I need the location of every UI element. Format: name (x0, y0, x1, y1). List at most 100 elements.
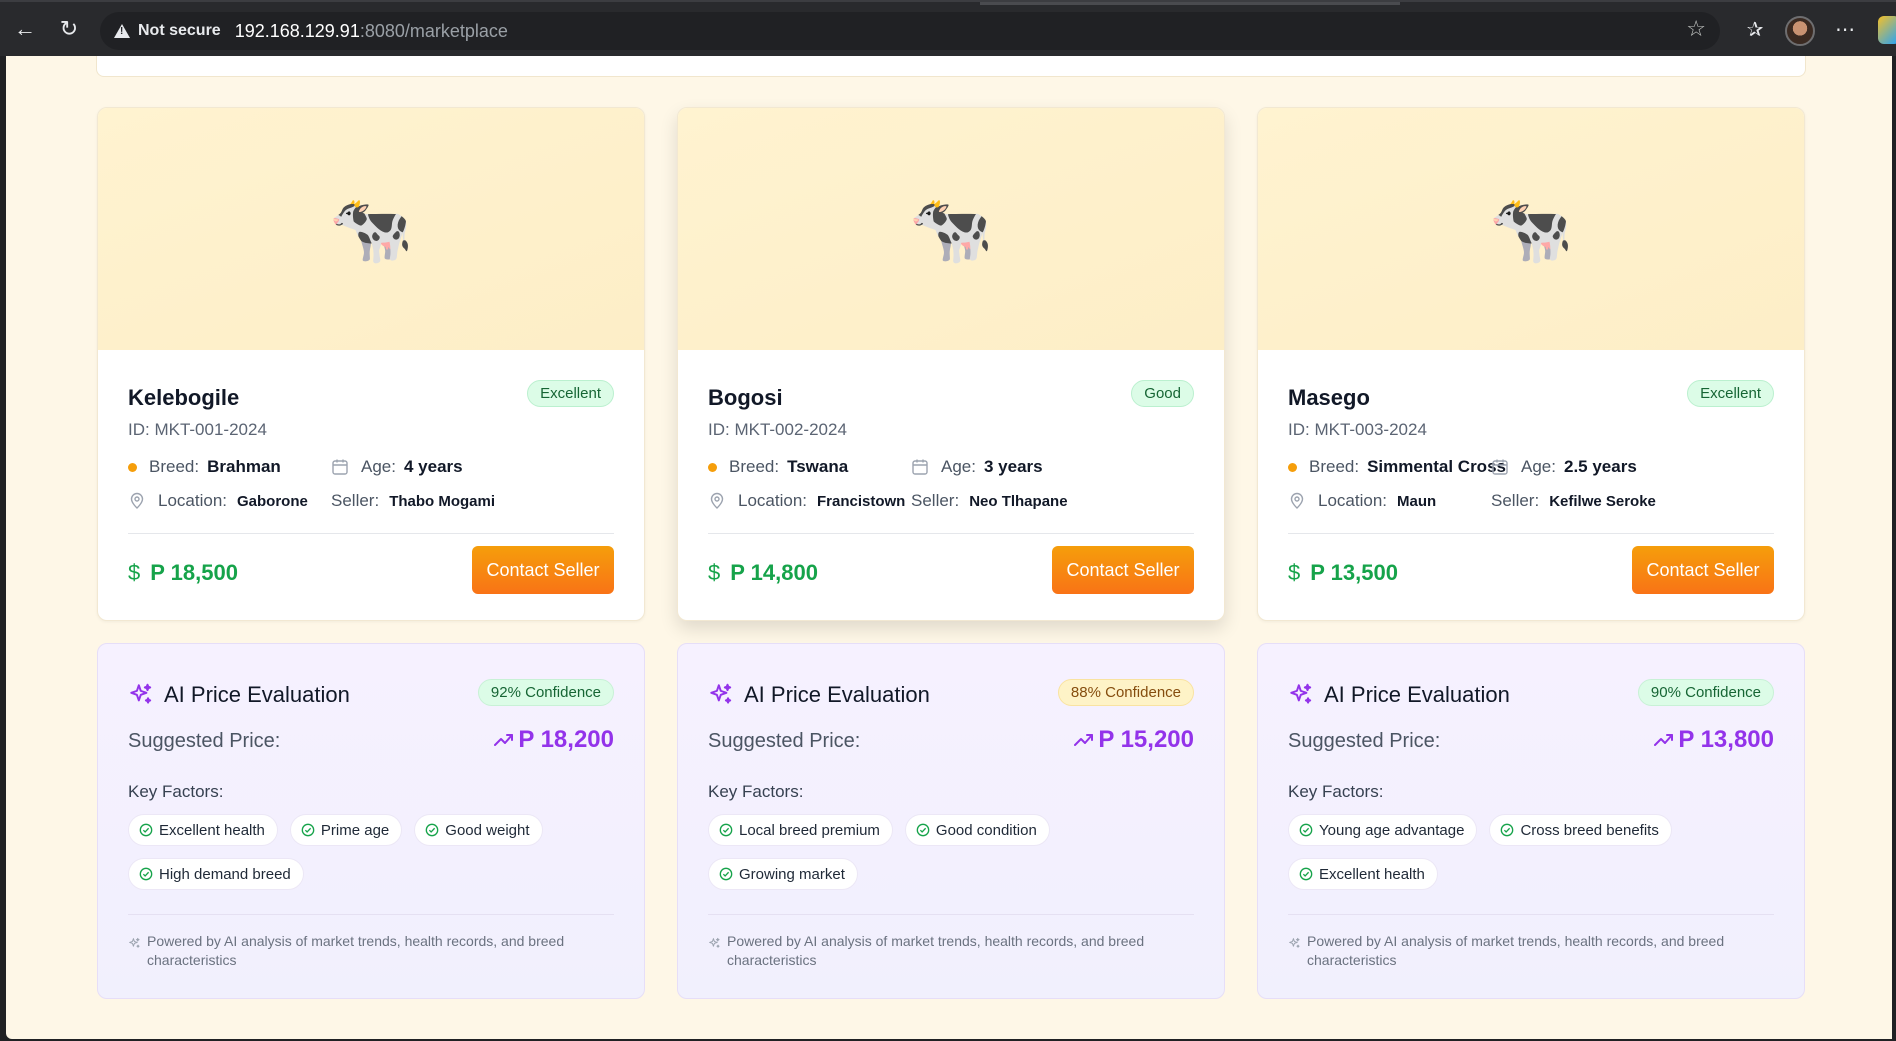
location-label: Location: (738, 491, 807, 510)
key-factors-list: Young age advantage Cross breed benefits E… (1288, 814, 1788, 890)
breed-row: Breed: Tswana (708, 457, 848, 477)
ai-title: AI Price Evaluation (1324, 682, 1510, 707)
livestock-card[interactable]: 🐄 Masego Excellent ID: MKT-003-2024 Bree… (1257, 107, 1805, 621)
location-row: Location: Gaborone (128, 491, 308, 511)
bookmark-star-icon[interactable]: ☆ (1686, 16, 1706, 42)
key-factors-label: Key Factors: (128, 782, 224, 801)
seller-row: Seller: Neo Tlhapane (911, 491, 1068, 511)
ai-price-evaluation-card: AI Price Evaluation 92% Confidence Sugge… (97, 643, 645, 999)
breed-label: Breed: (1309, 457, 1360, 476)
livestock-image: 🐄 (1258, 108, 1804, 350)
location-value: Gaborone (237, 492, 308, 510)
copilot-icon[interactable] (1878, 16, 1896, 44)
seller-label: Seller: (1491, 491, 1540, 510)
calendar-icon (331, 458, 361, 476)
check-circle-icon (301, 823, 321, 837)
tab-strip-edge (980, 2, 1400, 5)
breed-dot-icon (128, 462, 137, 472)
age-value: 3 years (983, 457, 1043, 476)
age-row: Age: 4 years (331, 457, 463, 477)
condition-badge: Good (1131, 380, 1194, 407)
breed-label: Breed: (149, 457, 200, 476)
key-factor-label: Good condition (935, 821, 1037, 839)
location-pin-icon (1288, 492, 1318, 510)
ai-footnote-text: Powered by AI analysis of market trends,… (147, 933, 565, 968)
key-factor-chip: Good condition (904, 814, 1050, 846)
url-text[interactable]: 192.168.129.91:8080/marketplace (235, 21, 508, 42)
favorites-icon[interactable]: ✰ (1740, 14, 1770, 44)
ai-footnote: Powered by AI analysis of market trends,… (128, 932, 608, 970)
reload-icon[interactable]: ↻ (52, 12, 86, 46)
suggested-price-label: Suggested Price: (128, 730, 281, 752)
cow-icon: 🐄 (1488, 191, 1574, 267)
location-label: Location: (158, 491, 227, 510)
age-row: Age: 3 years (911, 457, 1043, 477)
sparkles-icon (128, 682, 164, 708)
contact-seller-button[interactable]: Contact Seller (1052, 546, 1194, 594)
security-indicator[interactable]: Not secure (114, 22, 221, 40)
key-factor-chip: Cross breed benefits (1489, 814, 1672, 846)
ai-footnote-text: Powered by AI analysis of market trends,… (1307, 933, 1725, 968)
location-pin-icon (708, 492, 738, 510)
location-value: Francistown (817, 492, 906, 510)
livestock-card[interactable]: 🐄 Bogosi Good ID: MKT-002-2024 Breed: Tsw… (677, 107, 1225, 621)
check-circle-icon (916, 823, 936, 837)
livestock-name: Bogosi (708, 385, 783, 410)
check-circle-icon (1500, 823, 1520, 837)
url-path: :8080/marketplace (359, 20, 508, 41)
profile-avatar[interactable] (1785, 16, 1815, 46)
back-arrow-icon[interactable]: ← (8, 12, 42, 46)
suggested-price-value: P 18,200 (518, 726, 614, 753)
key-factor-chip: Local breed premium (708, 814, 893, 846)
key-factors-list: Local breed premium Good condition Growing… (708, 814, 1208, 890)
contact-seller-button[interactable]: Contact Seller (1632, 546, 1774, 594)
suggested-price-label: Suggested Price: (708, 730, 861, 752)
breed-row: Breed: Simmental Cross (1288, 457, 1506, 477)
address-bar[interactable]: Not secure 192.168.129.91:8080/marketpla… (100, 12, 1720, 50)
key-factor-chip: High demand breed (128, 858, 304, 890)
listing-price: $ P 18,500 (128, 560, 238, 586)
small-sparkles-icon (1288, 932, 1307, 970)
check-circle-icon (425, 823, 445, 837)
calendar-icon (1491, 458, 1521, 476)
card-divider (1288, 533, 1774, 534)
contact-seller-button[interactable]: Contact Seller (472, 546, 614, 594)
cow-icon: 🐄 (328, 191, 414, 267)
ai-title-row: AI Price Evaluation (1288, 682, 1510, 708)
livestock-card[interactable]: 🐄 Kelebogile Excellent ID: MKT-001-2024 … (97, 107, 645, 621)
calendar-icon (911, 458, 941, 476)
ai-footnote: Powered by AI analysis of market trends,… (708, 932, 1188, 970)
key-factor-label: Good weight (445, 821, 530, 839)
listing-price: $ P 14,800 (708, 560, 818, 586)
suggested-price-value: P 13,800 (1678, 726, 1774, 753)
key-factor-label: Growing market (739, 865, 845, 883)
check-circle-icon (719, 867, 739, 881)
age-label: Age: (1521, 457, 1556, 476)
check-circle-icon (139, 823, 159, 837)
breed-label: Breed: (729, 457, 780, 476)
breed-dot-icon (1288, 462, 1297, 472)
more-menu-icon[interactable]: ⋯ (1830, 14, 1860, 44)
ai-price-evaluation-card: AI Price Evaluation 90% Confidence Sugge… (1257, 643, 1805, 999)
ai-title: AI Price Evaluation (744, 682, 930, 707)
suggested-price: P 13,800 (1654, 726, 1774, 754)
key-factor-label: Young age advantage (1319, 821, 1465, 839)
seller-row: Seller: Thabo Mogami (331, 491, 495, 511)
seller-value: Neo Tlhapane (969, 492, 1068, 510)
key-factor-label: Prime age (320, 821, 390, 839)
small-sparkles-icon (128, 932, 147, 970)
breed-value: Brahman (207, 457, 281, 476)
filter-panel-edge (96, 56, 1806, 77)
seller-label: Seller: (331, 491, 380, 510)
suggested-price: P 15,200 (1074, 726, 1194, 754)
key-factors-list: Excellent health Prime age Good weight High… (128, 814, 628, 890)
listing-id: ID: MKT-002-2024 (708, 420, 847, 439)
livestock-image: 🐄 (98, 108, 644, 350)
trending-up-icon (494, 732, 518, 748)
key-factors-label: Key Factors: (708, 782, 804, 801)
ai-title-row: AI Price Evaluation (708, 682, 930, 708)
key-factor-label: High demand breed (159, 865, 291, 883)
age-value: 2.5 years (1563, 457, 1637, 476)
condition-badge: Excellent (527, 380, 614, 407)
seller-label: Seller: (911, 491, 960, 510)
